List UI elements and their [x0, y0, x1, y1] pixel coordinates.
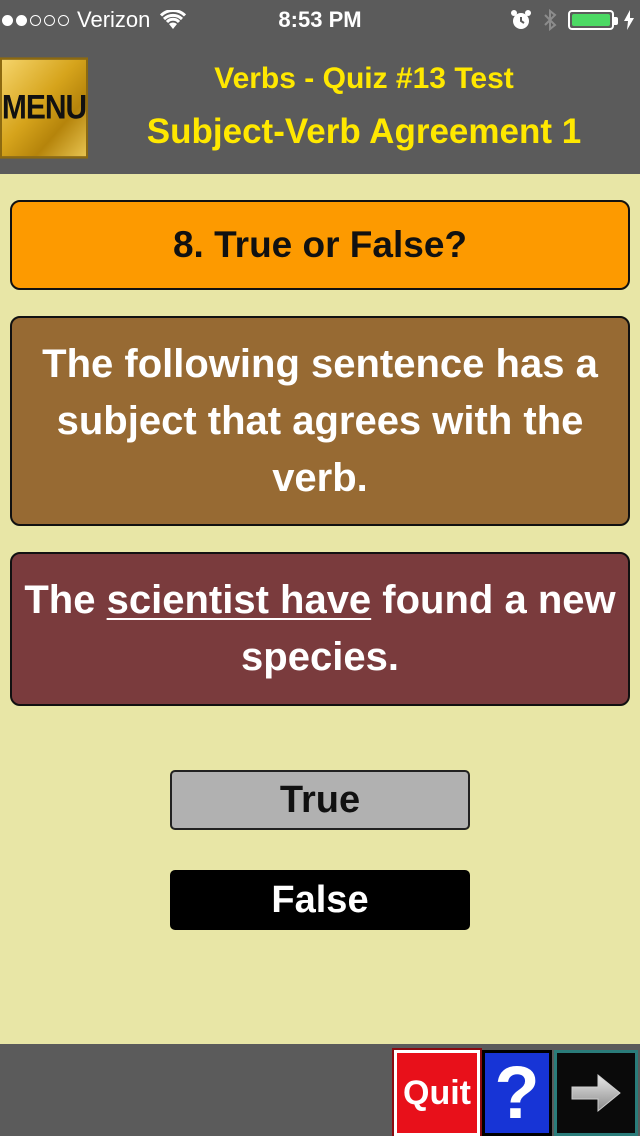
help-button[interactable]: ?: [482, 1050, 552, 1136]
battery-icon: [568, 10, 618, 30]
question-statement-text: The following sentence has a subject tha…: [42, 341, 598, 500]
sentence-underlined-words: scientist have: [106, 578, 372, 622]
right-arrow-icon: [571, 1073, 621, 1113]
menu-button[interactable]: MENU: [0, 57, 88, 159]
true-button[interactable]: True: [170, 770, 470, 830]
quiz-title: Verbs - Quiz #13 Test: [214, 62, 514, 95]
example-sentence-card: The scientist have found a new species.: [10, 552, 630, 706]
status-bar: Verizon 8:53 PM: [0, 0, 640, 40]
quiz-subtitle: Subject-Verb Agreement 1: [146, 112, 582, 151]
false-button[interactable]: False: [170, 870, 470, 930]
alarm-clock-icon: [511, 10, 531, 29]
bluetooth-icon: [544, 8, 557, 32]
bottom-toolbar: Quit ?: [0, 1044, 640, 1136]
charging-bolt-icon: [624, 10, 634, 30]
sentence-before: The: [24, 578, 107, 622]
question-statement-card: The following sentence has a subject tha…: [10, 316, 630, 526]
status-icons: [510, 6, 634, 34]
app-header: MENU Verbs - Quiz #13 Test Subject-Verb …: [0, 40, 640, 174]
question-number-label: 8. True or False?: [172, 224, 468, 265]
quit-button[interactable]: Quit: [392, 1048, 482, 1136]
example-sentence: The scientist have found a new species.: [22, 572, 618, 686]
question-number-card: 8. True or False?: [10, 200, 630, 290]
next-button[interactable]: [554, 1050, 638, 1136]
